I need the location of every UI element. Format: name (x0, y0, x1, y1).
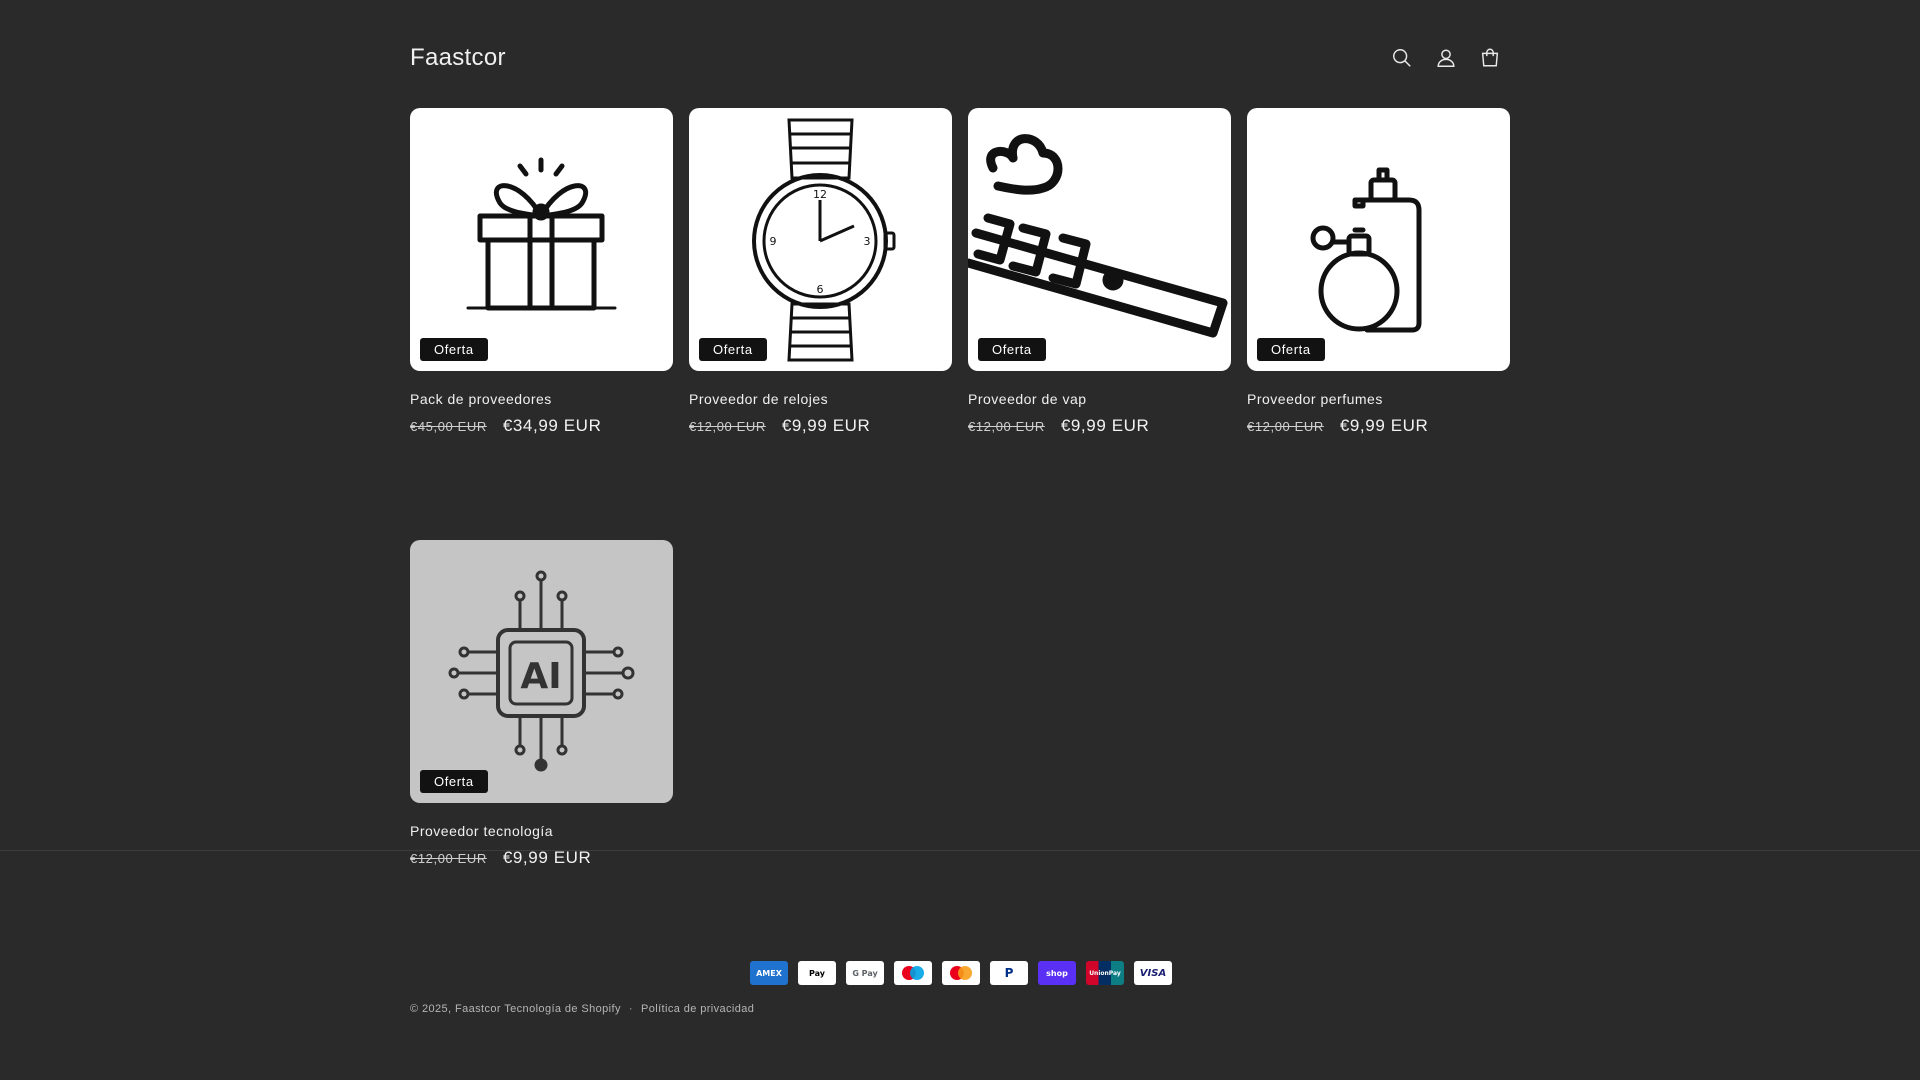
regular-price: €12,00 EUR (968, 419, 1045, 434)
product-card[interactable]: Oferta Proveedor perfumes €12,00 EUR €9,… (1247, 108, 1510, 436)
powered-by-link[interactable]: Tecnología de Shopify (504, 1003, 621, 1015)
amex-icon: AMEX (750, 961, 788, 985)
regular-price: €12,00 EUR (689, 419, 766, 434)
regular-price: €45,00 EUR (410, 419, 487, 434)
privacy-policy-link[interactable]: Política de privacidad (641, 1003, 754, 1015)
sale-price: €9,99 EUR (781, 416, 871, 435)
product-price: €12,00 EUR €9,99 EUR (689, 416, 952, 436)
product-title[interactable]: Pack de proveedores (410, 391, 673, 407)
search-icon[interactable] (1390, 46, 1414, 70)
sale-price: €34,99 EUR (502, 416, 602, 435)
perfume-icon (1310, 167, 1422, 333)
sale-price: €9,99 EUR (1060, 416, 1150, 435)
watch-icon: 12 3 6 9 (752, 118, 896, 362)
paypal-icon: P (990, 961, 1028, 985)
product-price: €12,00 EUR €9,99 EUR (1247, 416, 1510, 436)
shop-pay-icon: shop (1038, 961, 1076, 985)
product-image[interactable]: AI Oferta (410, 540, 673, 803)
maestro-icon (894, 961, 932, 985)
regular-price: €12,00 EUR (1247, 419, 1324, 434)
product-price: €12,00 EUR €9,99 EUR (968, 416, 1231, 436)
svg-text:AI: AI (520, 656, 561, 697)
google-pay-icon: G Pay (846, 961, 884, 985)
product-card[interactable]: Oferta Proveedor de vap €12,00 EUR €9,99… (968, 108, 1231, 436)
product-title[interactable]: Proveedor de vap (968, 391, 1231, 407)
svg-text:9: 9 (770, 235, 777, 248)
store-link[interactable]: Faastcor (455, 1003, 501, 1015)
vape-icon (968, 134, 1228, 338)
product-grid: Oferta Pack de proveedores €45,00 EUR €3… (410, 108, 1510, 868)
sale-badge: Oferta (699, 338, 767, 361)
product-title[interactable]: Proveedor tecnología (410, 823, 673, 839)
product-card[interactable]: Oferta Pack de proveedores €45,00 EUR €3… (410, 108, 673, 436)
account-icon[interactable] (1434, 46, 1458, 70)
ai-chip-icon: AI (448, 570, 635, 772)
product-price: €45,00 EUR €34,99 EUR (410, 416, 673, 436)
product-card[interactable]: AI Oferta Proveedor tecnología €12,00 EU… (410, 540, 673, 868)
svg-text:3: 3 (864, 235, 871, 248)
product-image[interactable]: Oferta (410, 108, 673, 371)
sale-badge: Oferta (420, 770, 488, 793)
sale-badge: Oferta (1257, 338, 1325, 361)
mastercard-icon (942, 961, 980, 985)
site-footer: AMEX Pay G Pay P shop UnionPay VISA © 20… (0, 850, 1920, 1080)
svg-text:12: 12 (813, 188, 827, 201)
apple-pay-icon: Pay (798, 961, 836, 985)
svg-text:6: 6 (817, 283, 824, 296)
payment-methods: AMEX Pay G Pay P shop UnionPay VISA (750, 961, 1172, 985)
copyright-prefix: © 2025, Faastcor Tecnología de Shopify (410, 1003, 621, 1015)
product-title[interactable]: Proveedor perfumes (1247, 391, 1510, 407)
gift-icon (466, 157, 617, 311)
product-card[interactable]: 12 3 6 9 Oferta Proveedor de relojes €12,00… (689, 108, 952, 436)
cart-icon[interactable] (1478, 46, 1502, 70)
separator: · (628, 1003, 633, 1015)
product-title[interactable]: Proveedor de relojes (689, 391, 952, 407)
sale-badge: Oferta (978, 338, 1046, 361)
copyright: © 2025, Faastcor Tecnología de Shopify ·… (410, 1003, 754, 1015)
product-image[interactable]: Oferta (1247, 108, 1510, 371)
product-image[interactable]: 12 3 6 9 Oferta (689, 108, 952, 371)
product-image[interactable]: Oferta (968, 108, 1231, 371)
sale-badge: Oferta (420, 338, 488, 361)
store-logo[interactable]: Faastcor (410, 44, 506, 72)
visa-icon: VISA (1134, 961, 1172, 985)
header-icons (1390, 46, 1502, 70)
sale-price: €9,99 EUR (1339, 416, 1429, 435)
unionpay-icon: UnionPay (1086, 961, 1124, 985)
site-header: Faastcor (410, 36, 1510, 80)
